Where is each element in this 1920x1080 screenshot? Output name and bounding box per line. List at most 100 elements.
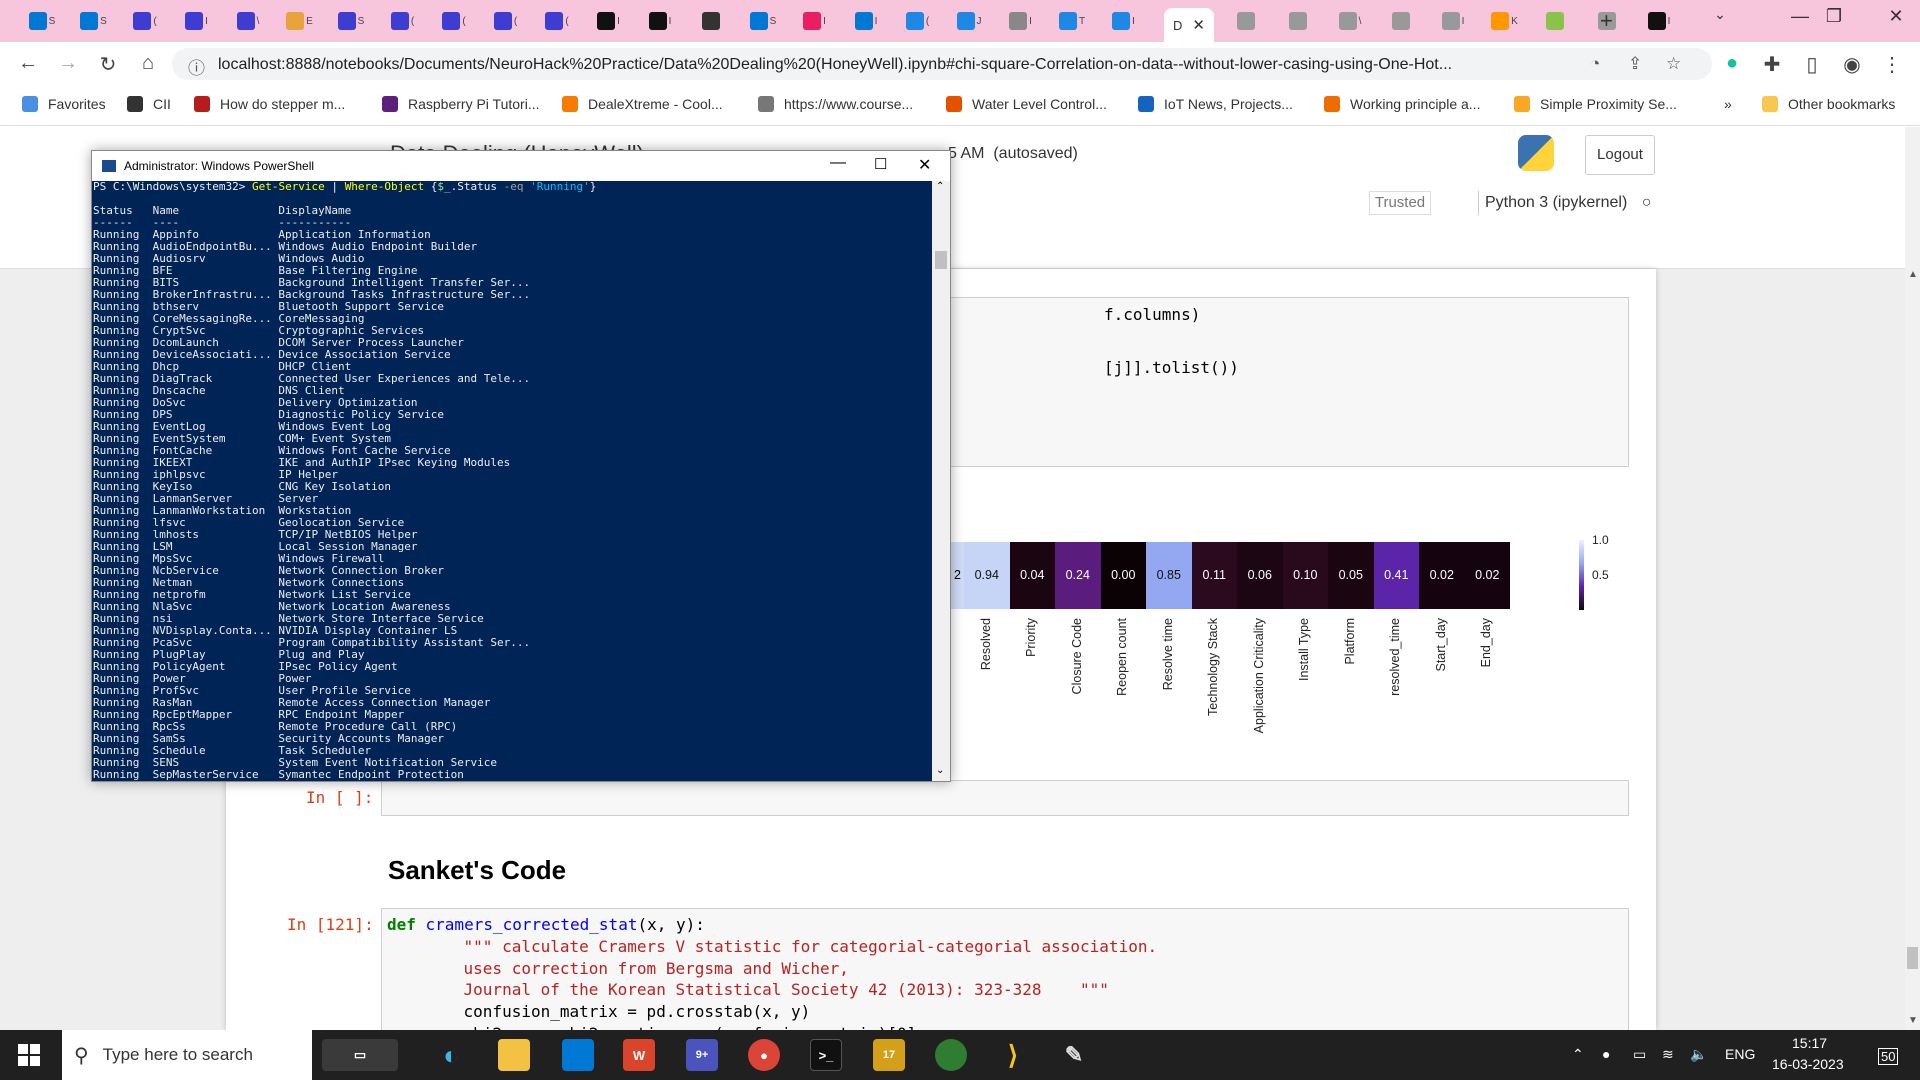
notifications-badge[interactable]: 50 [1878, 1048, 1899, 1065]
browser-tab[interactable]: ( [535, 8, 579, 34]
close-tab-icon[interactable]: ✕ [1192, 16, 1205, 34]
browser-tab[interactable]: \ [226, 8, 270, 34]
share-icon[interactable]: ⇪ [1628, 54, 1642, 74]
chrome-icon[interactable]: ● [748, 1039, 780, 1071]
extensions-icon[interactable]: ✚ [1758, 52, 1786, 77]
grammarly-icon[interactable]: ● [1718, 52, 1746, 75]
tray-chevron-icon[interactable]: ⌃ [1572, 1046, 1584, 1063]
ps-maximize-icon[interactable]: ☐ [874, 155, 887, 173]
browser-tab[interactable]: S [72, 8, 116, 34]
restore-icon[interactable]: ❐ [1814, 6, 1854, 27]
powershell-console[interactable]: PS C:\Windows\system32> Get-Service | Wh… [92, 181, 932, 781]
page-scrollbar[interactable]: ▲ ▼ [1905, 127, 1920, 1030]
clock-time[interactable]: 15:17 [1792, 1035, 1827, 1051]
back-icon[interactable]: ← [14, 52, 42, 75]
taskbar-search-box[interactable]: ⚲ Type here to search [62, 1030, 312, 1080]
ps-scroll-thumb[interactable] [935, 251, 947, 269]
bookmark-item[interactable]: » [1724, 96, 1732, 112]
browser-tab[interactable]: I [175, 8, 219, 34]
address-bar[interactable]: ⓘ localhost:8888/notebooks/Documents/Neu… [172, 48, 1712, 80]
profile-avatar[interactable]: ◉ [1838, 52, 1866, 77]
trusted-indicator[interactable]: Trusted [1369, 191, 1431, 215]
browser-tab[interactable] [690, 8, 734, 34]
bookmark-item[interactable]: https://www.course... [758, 96, 913, 112]
close-window-icon[interactable]: ✕ [1876, 6, 1916, 27]
bookmark-item[interactable]: IoT News, Projects... [1138, 96, 1293, 112]
start-icon[interactable] [18, 1044, 40, 1066]
bookmark-item[interactable]: How do stepper m... [194, 96, 345, 112]
vscode-icon[interactable]: ⟩ [997, 1039, 1029, 1071]
browser-tab[interactable]: S [20, 8, 64, 34]
ps-close-icon[interactable]: ✕ [918, 155, 931, 175]
powershell-titlebar[interactable]: Administrator: Windows PowerShell — ☐ ✕ [92, 151, 950, 181]
vpn-icon[interactable] [935, 1039, 967, 1071]
bookmark-item[interactable]: Simple Proximity Se... [1514, 96, 1677, 112]
browser-tab[interactable]: I [587, 8, 631, 34]
wps-icon[interactable]: W [623, 1039, 655, 1071]
browser-tab[interactable]: I [793, 8, 837, 34]
browser-tab[interactable]: I [844, 8, 888, 34]
wifi-icon[interactable]: ≋ [1662, 1046, 1674, 1063]
browser-tab[interactable]: E [278, 8, 322, 34]
menu-icon[interactable]: ⋮ [1878, 52, 1906, 77]
browser-tab[interactable]: ( [896, 8, 940, 34]
browser-tab[interactable]: T [1050, 8, 1094, 34]
browser-tab[interactable]: I [1102, 8, 1146, 34]
site-info-icon[interactable]: ⓘ [188, 54, 205, 79]
powershell-window[interactable]: Administrator: Windows PowerShell — ☐ ✕ … [91, 150, 951, 782]
browser-tab[interactable]: ( [381, 8, 425, 34]
ps-scrollbar[interactable]: ⌃ ⌄ [932, 181, 950, 781]
bookmark-star-icon[interactable]: ☆ [1666, 54, 1681, 74]
new-tab-button[interactable]: + [1600, 8, 1613, 34]
language-indicator[interactable]: ENG [1725, 1046, 1755, 1062]
forward-icon[interactable]: → [54, 52, 82, 75]
reload-icon[interactable]: ↻ [94, 52, 122, 77]
tab-search-icon[interactable]: ⌄ [1700, 6, 1740, 23]
teams-icon[interactable]: 9+ [686, 1039, 718, 1071]
sticky-notes-icon[interactable] [562, 1039, 594, 1071]
bookmark-item[interactable]: Favorites [22, 96, 106, 112]
performance-icon[interactable]: ◔ [1590, 54, 1600, 74]
scroll-down-icon[interactable]: ▼ [1908, 1015, 1918, 1026]
browser-tab[interactable] [1380, 8, 1424, 34]
browser-tab[interactable]: ( [484, 8, 528, 34]
sidepanel-icon[interactable]: ▯ [1798, 52, 1826, 77]
mail-icon[interactable]: 17 [873, 1039, 905, 1071]
bookmark-item[interactable]: CII [127, 96, 171, 112]
ps-scroll-up-icon[interactable]: ⌃ [936, 181, 944, 192]
scroll-up-icon[interactable]: ▲ [1908, 269, 1918, 280]
bookmark-item[interactable]: Other bookmarks [1762, 96, 1895, 112]
edge-icon[interactable]: ◐ [435, 1039, 467, 1071]
bookmark-item[interactable]: Raspberry Pi Tutori... [382, 96, 540, 112]
clock-date[interactable]: 16-03-2023 [1772, 1056, 1844, 1072]
ps-minimize-icon[interactable]: — [830, 154, 846, 172]
code-cell-121[interactable]: def cramers_corrected_stat(x, y): """ ca… [381, 908, 1629, 1038]
browser-tab[interactable]: ( [123, 8, 167, 34]
browser-tab[interactable] [1225, 8, 1269, 34]
ps-scroll-down-icon[interactable]: ⌄ [936, 765, 944, 776]
bookmark-item[interactable]: Water Level Control... [946, 96, 1107, 112]
home-icon[interactable]: ⌂ [134, 52, 162, 75]
browser-tab[interactable] [1534, 8, 1578, 34]
bookmark-item[interactable]: Working principle a... [1324, 96, 1480, 112]
tab-active-notebook[interactable]: D ✕ [1164, 8, 1214, 42]
browser-tab[interactable]: I [1431, 8, 1475, 34]
url-text[interactable]: localhost:8888/notebooks/Documents/Neuro… [218, 56, 1568, 74]
volume-icon[interactable]: 🔈 [1690, 1046, 1707, 1063]
logout-button[interactable]: Logout [1585, 135, 1655, 175]
scroll-thumb[interactable] [1907, 947, 1918, 969]
browser-tab[interactable] [1277, 8, 1321, 34]
browser-tab[interactable]: K [1483, 8, 1527, 34]
battery-icon[interactable]: ▭ [1633, 1046, 1646, 1063]
browser-tab[interactable]: I [999, 8, 1043, 34]
browser-tab[interactable]: \ [1328, 8, 1372, 34]
search-highlight-icon[interactable]: ▭ [322, 1039, 398, 1071]
paint-icon[interactable]: ✎ [1058, 1039, 1090, 1071]
browser-tab[interactable]: I [638, 8, 682, 34]
browser-tab[interactable]: J [947, 8, 991, 34]
terminal-icon[interactable]: >_ [810, 1039, 842, 1071]
browser-tab[interactable]: S [329, 8, 373, 34]
browser-tab[interactable]: S [741, 8, 785, 34]
browser-tab[interactable]: ( [432, 8, 476, 34]
browser-tab[interactable]: I [1637, 8, 1681, 34]
